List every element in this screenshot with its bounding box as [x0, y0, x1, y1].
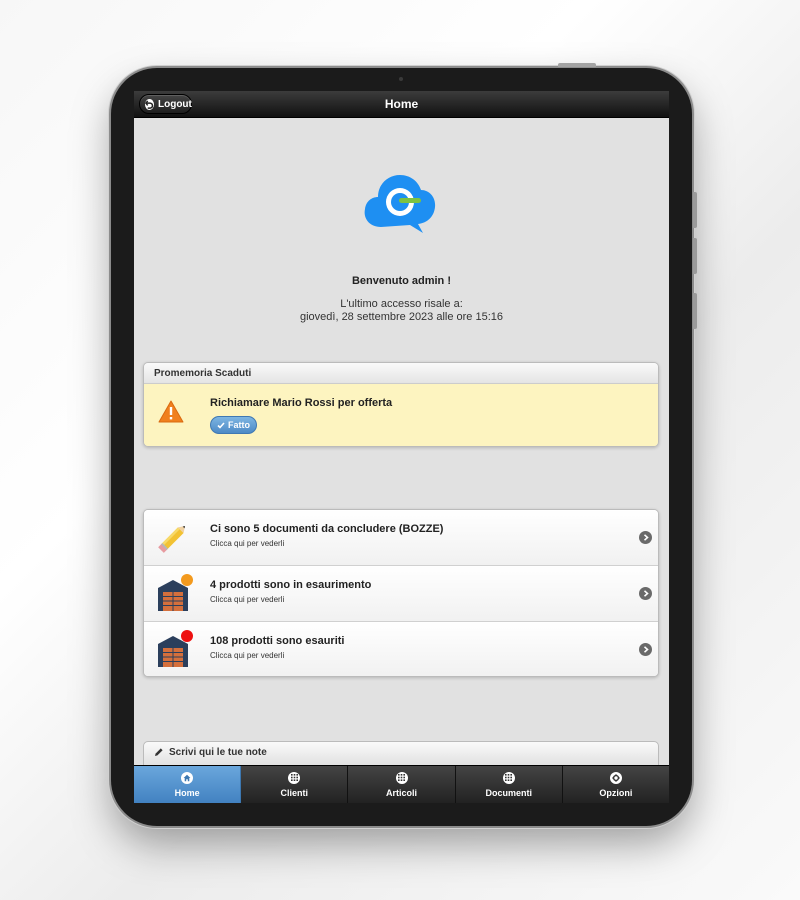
low-stock-badge — [181, 574, 193, 586]
notifications-list: Ci sono 5 documenti da concludere (BOZZE… — [143, 509, 659, 677]
tab-home[interactable]: Home — [134, 766, 242, 803]
grid-icon — [288, 771, 301, 784]
power-button — [558, 63, 596, 67]
home-icon — [181, 771, 194, 784]
tab-articoli[interactable]: Articoli — [348, 766, 456, 803]
pencil-icon — [158, 525, 186, 553]
list-item-subtitle: Clicca qui per vederli — [210, 595, 285, 604]
grid-icon — [502, 771, 515, 784]
camera-dot — [399, 77, 403, 81]
edit-icon — [155, 748, 163, 756]
out-of-stock-badge — [181, 630, 193, 642]
list-item-subtitle: Clicca qui per vederli — [210, 651, 285, 660]
tab-label: Articoli — [386, 787, 418, 798]
expired-reminders-panel: Promemoria Scaduti Richiamare Mario Ross… — [143, 362, 659, 447]
list-item-subtitle: Clicca qui per vederli — [210, 539, 285, 548]
tab-documenti[interactable]: Documenti — [455, 766, 563, 803]
chevron-right-icon — [639, 531, 652, 544]
list-item-low-stock[interactable]: 4 prodotti sono in esaurimento Clicca qu… — [144, 566, 658, 622]
last-access-info: L'ultimo accesso risale a: giovedì, 28 s… — [134, 298, 669, 324]
done-button[interactable]: Fatto — [210, 416, 257, 434]
last-access-label: L'ultimo accesso risale a: — [340, 298, 463, 310]
volume-up-button — [693, 192, 697, 228]
welcome-message: Benvenuto admin ! — [351, 275, 451, 287]
chevron-right-icon — [639, 587, 652, 600]
list-item-drafts[interactable]: Ci sono 5 documenti da concludere (BOZZE… — [144, 510, 658, 566]
warning-icon — [158, 400, 184, 423]
tab-label: Documenti — [485, 787, 532, 798]
last-access-date: giovedì, 28 settembre 2023 alle ore 15:1… — [299, 311, 504, 323]
volume-down-button — [693, 238, 697, 274]
reminder-item: Richiamare Mario Rossi per offerta Fatto — [144, 384, 658, 446]
tab-label: Clienti — [280, 787, 309, 798]
gear-icon — [609, 771, 622, 784]
tab-label: Home — [174, 787, 200, 798]
list-item-out-of-stock[interactable]: 108 prodotti sono esauriti Clicca qui pe… — [144, 622, 658, 676]
list-item-title: 4 prodotti sono in esaurimento — [210, 579, 372, 591]
app-screen: Logout Home Benvenuto admin ! L'ultimo a… — [134, 91, 669, 803]
grid-icon — [395, 771, 408, 784]
page-title: Home — [384, 97, 419, 111]
reminder-text: Richiamare Mario Rossi per offerta — [210, 397, 393, 409]
list-item-title: Ci sono 5 documenti da concludere (BOZZE… — [210, 523, 444, 535]
list-item-title: 108 prodotti sono esauriti — [210, 635, 345, 647]
chevron-right-icon — [639, 643, 652, 656]
done-label: Fatto — [228, 420, 250, 430]
tab-opzioni[interactable]: Opzioni — [562, 766, 669, 803]
reminders-header: Promemoria Scaduti — [144, 363, 658, 384]
check-icon — [217, 421, 225, 429]
bottom-nav: Home Clienti Articoli Documenti Opzioni — [134, 765, 669, 803]
tab-label: Opzioni — [599, 787, 633, 798]
tab-clienti[interactable]: Clienti — [241, 766, 349, 803]
header-bar: Logout Home — [134, 91, 669, 118]
notes-label: Scrivi qui le tue note — [169, 747, 267, 758]
side-button — [693, 293, 697, 329]
app-logo — [364, 175, 436, 233]
